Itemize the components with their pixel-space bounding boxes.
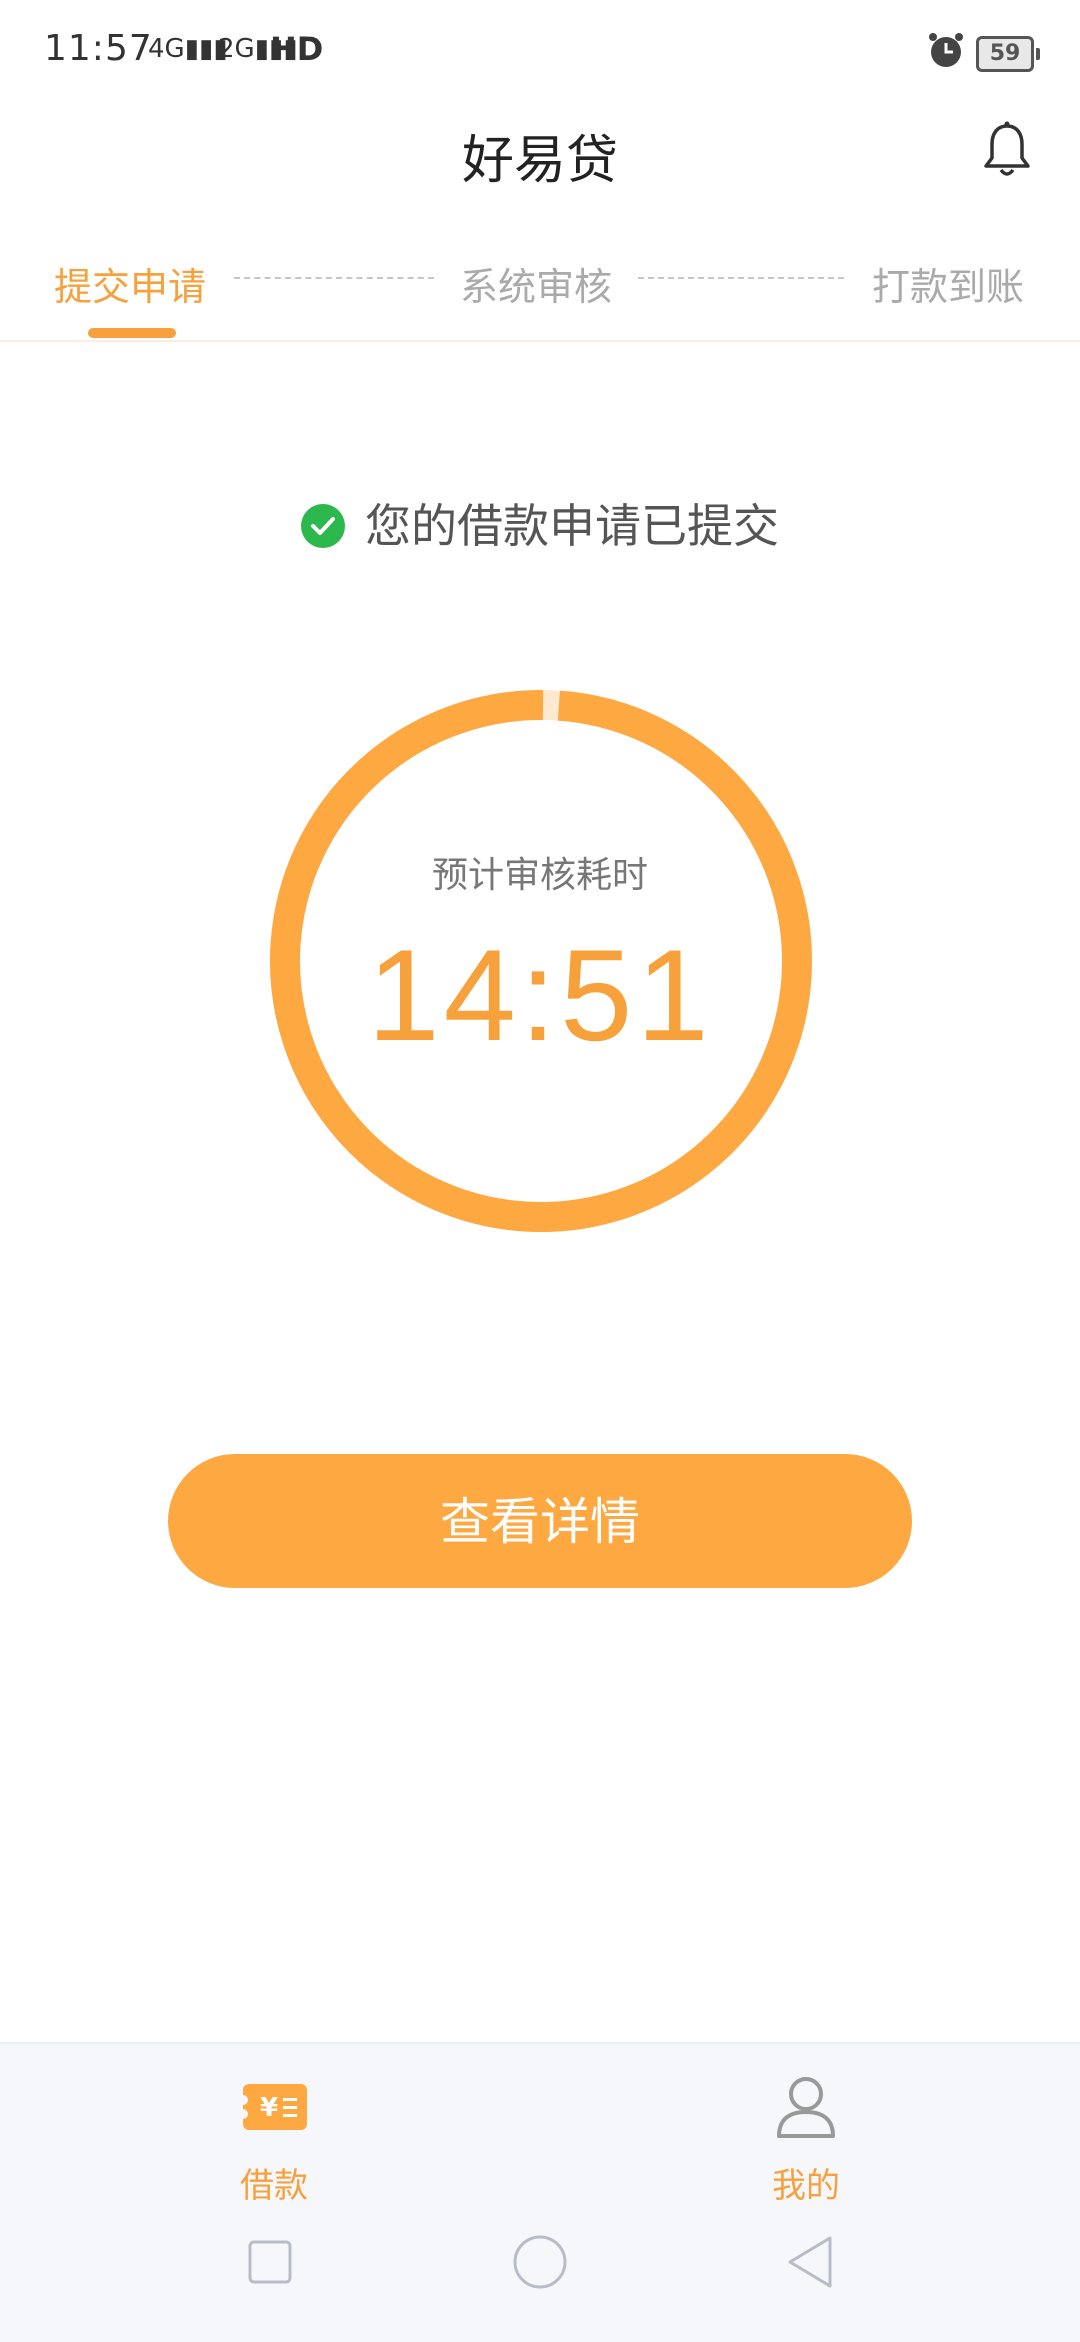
nav-item-mine[interactable]: 我的	[706, 2070, 906, 2207]
loan-ticket-icon: ¥	[238, 2084, 307, 2130]
bottom-nav	[0, 2042, 1080, 2342]
step-system-review: 系统审核	[460, 265, 613, 309]
submitted-notice: 您的借款申请已提交	[0, 490, 1080, 556]
step-disbursement: 打款到账	[872, 265, 1025, 309]
step-connector	[638, 277, 844, 279]
square-icon[interactable]	[240, 2232, 300, 2292]
network-4g-indicator: 4G▮▮▮	[148, 34, 228, 64]
status-time: 11:57	[44, 28, 153, 69]
nav-label-loan: 借款	[240, 2166, 308, 2206]
user-icon	[777, 2077, 835, 2138]
view-details-button[interactable]: 查看详情	[168, 1454, 912, 1588]
step-submit-application: 提交申请	[54, 265, 207, 309]
battery-indicator: 59	[976, 36, 1040, 72]
triangle-back-icon[interactable]	[780, 2232, 840, 2292]
bell-icon[interactable]	[980, 120, 1034, 180]
network-2g-label: 2G	[218, 34, 255, 64]
submitted-notice-text: 您的借款申请已提交	[365, 499, 779, 553]
svg-text:¥: ¥	[260, 2093, 278, 2123]
hd-indicator: HD	[270, 30, 324, 68]
circle-icon[interactable]	[510, 2232, 570, 2292]
step-connector	[234, 277, 434, 279]
header-divider	[0, 340, 1080, 342]
eta-countdown: 14:51	[367, 922, 713, 1068]
eta-label: 预计审核耗时	[431, 855, 648, 896]
nav-label-mine: 我的	[772, 2166, 840, 2206]
network-4g-label: 4G	[148, 34, 185, 64]
nav-item-loan[interactable]: ¥ 借款	[174, 2070, 374, 2207]
check-circle-icon	[301, 503, 345, 548]
active-step-indicator	[88, 328, 176, 338]
alarm-icon	[929, 33, 963, 67]
page-title: 好易贷	[461, 131, 618, 191]
